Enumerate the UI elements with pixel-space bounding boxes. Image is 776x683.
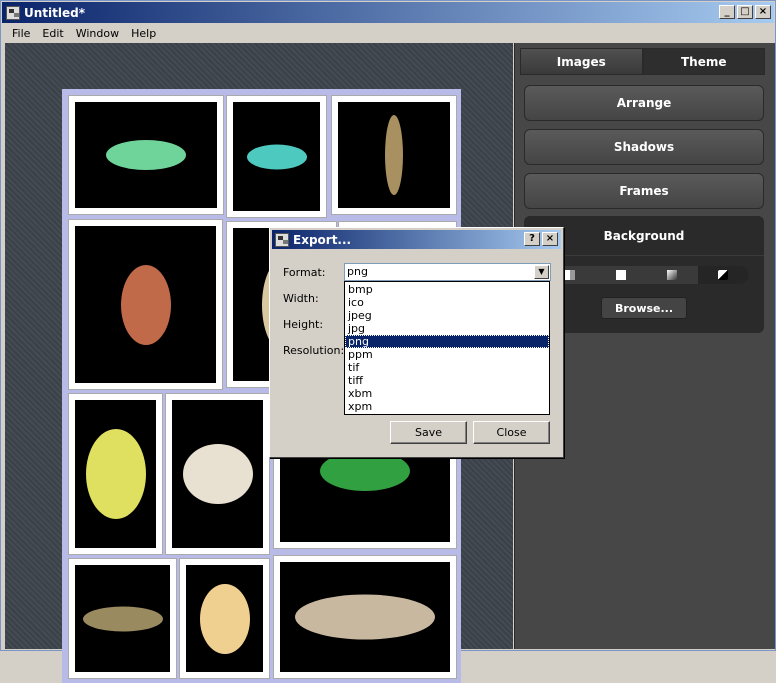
insect-image — [280, 562, 450, 672]
tab-images[interactable]: Images — [520, 48, 643, 75]
dialog-icon — [275, 232, 289, 247]
insect-shape — [295, 594, 435, 640]
bg-image-option[interactable] — [697, 266, 749, 284]
insect-image — [75, 400, 156, 548]
format-option[interactable]: xpm — [345, 400, 549, 413]
height-label: Height: — [283, 318, 324, 331]
bg-gradient-option[interactable] — [647, 266, 698, 284]
collage-photo[interactable] — [179, 558, 270, 679]
format-option[interactable]: png — [345, 335, 549, 348]
format-option[interactable]: jpg — [345, 322, 549, 335]
chevron-down-icon[interactable]: ▼ — [534, 265, 549, 279]
collage-photo[interactable] — [273, 555, 457, 679]
insect-image — [186, 565, 263, 672]
format-label: Format: — [283, 266, 326, 279]
bg-solid-option[interactable] — [595, 266, 646, 284]
tab-theme[interactable]: Theme — [642, 48, 765, 75]
format-select[interactable]: png ▼ — [344, 263, 551, 281]
export-dialog: Export... ? × Format: Width: Height: Res… — [269, 227, 564, 458]
collage-photo[interactable] — [68, 219, 223, 390]
collage-photo[interactable] — [68, 393, 163, 555]
width-label: Width: — [283, 292, 319, 305]
background-type-selector — [544, 266, 749, 284]
dialog-title: Export... — [293, 232, 352, 247]
format-option[interactable]: xbm — [345, 387, 549, 400]
collage-photo[interactable] — [331, 95, 457, 215]
dialog-close-button[interactable]: × — [542, 232, 558, 246]
format-option[interactable]: tif — [345, 361, 549, 374]
insect-shape — [199, 583, 250, 654]
dialog-title-bar: Export... ? × — [272, 230, 561, 249]
arrange-button[interactable]: Arrange — [524, 85, 764, 121]
insect-image — [75, 102, 217, 208]
format-dropdown-list: bmp ico jpeg jpg png ppm tif tiff xbm xpm — [344, 281, 550, 415]
title-bar: Untitled* _ □ × — [2, 2, 774, 23]
minimize-button[interactable]: _ — [719, 5, 735, 19]
menu-window[interactable]: Window — [70, 27, 125, 40]
maximize-button[interactable]: □ — [737, 5, 753, 19]
frames-button[interactable]: Frames — [524, 173, 764, 209]
menu-bar: File Edit Window Help — [2, 24, 162, 42]
save-button[interactable]: Save — [390, 421, 467, 444]
insect-shape — [82, 606, 163, 631]
collage-photo[interactable] — [226, 95, 327, 218]
format-option[interactable]: ico — [345, 296, 549, 309]
close-dialog-button[interactable]: Close — [473, 421, 550, 444]
close-button[interactable]: × — [755, 5, 771, 19]
window-title: Untitled* — [24, 5, 85, 20]
gradient-square-icon — [667, 270, 678, 280]
format-option[interactable]: bmp — [345, 283, 549, 296]
help-button[interactable]: ? — [524, 232, 540, 246]
resolution-label: Resolution: — [283, 344, 345, 357]
shadows-button[interactable]: Shadows — [524, 129, 764, 165]
checker-icon — [564, 270, 575, 280]
format-value: png — [347, 265, 368, 278]
insect-image — [75, 226, 216, 383]
menu-file[interactable]: File — [6, 27, 36, 40]
format-option[interactable]: jpeg — [345, 309, 549, 322]
format-option[interactable]: ppm — [345, 348, 549, 361]
insect-image — [75, 565, 170, 672]
app-icon — [6, 5, 20, 20]
insect-shape — [106, 140, 186, 170]
collage-photo[interactable] — [68, 95, 224, 215]
app-window: Untitled* _ □ × File Edit Window Help Im… — [0, 0, 776, 683]
insect-shape — [246, 144, 307, 169]
insect-shape — [120, 264, 171, 345]
menu-help[interactable]: Help — [125, 27, 162, 40]
insect-image — [338, 102, 450, 208]
collage-photo[interactable] — [165, 393, 270, 555]
image-icon — [718, 270, 729, 280]
menu-edit[interactable]: Edit — [36, 27, 69, 40]
browse-button[interactable]: Browse... — [601, 297, 687, 319]
insect-shape — [85, 429, 146, 519]
insect-shape — [182, 444, 253, 504]
collage-photo[interactable] — [68, 558, 177, 679]
insect-image — [233, 102, 320, 211]
insect-shape — [385, 115, 403, 195]
insect-image — [172, 400, 263, 548]
solid-square-icon — [615, 270, 626, 280]
format-option[interactable]: tiff — [345, 374, 549, 387]
